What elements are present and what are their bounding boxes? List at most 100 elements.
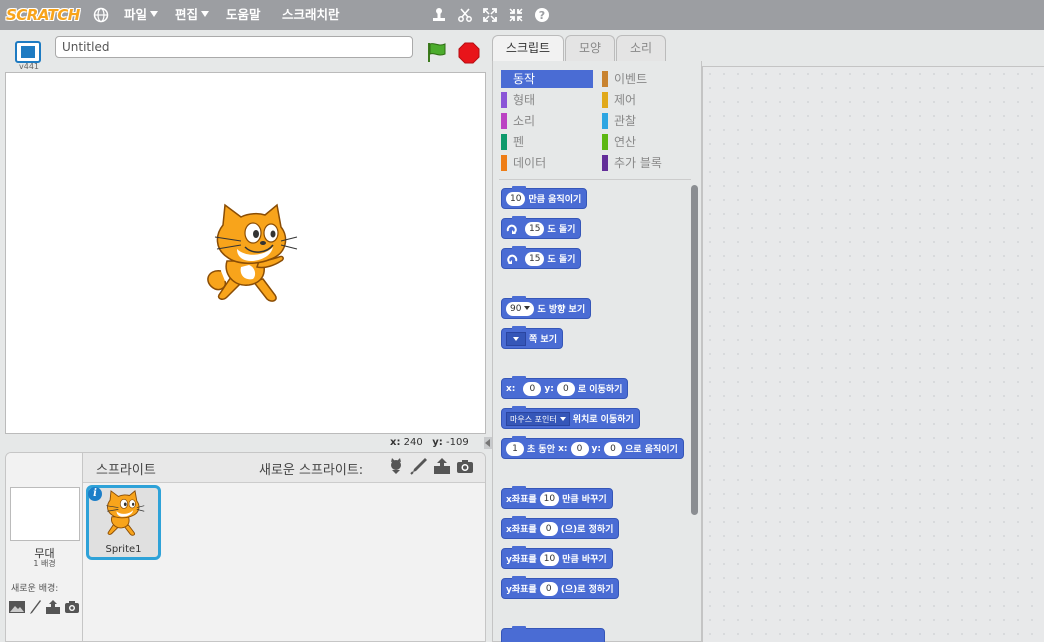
block-label: 로 이동하기 xyxy=(577,385,623,395)
cat-sprite[interactable] xyxy=(201,203,301,307)
block-input[interactable]: 0 xyxy=(570,441,589,456)
upload-backdrop-icon[interactable] xyxy=(45,598,61,616)
delete-scissors-icon[interactable] xyxy=(456,6,474,24)
category-sound[interactable]: 소리 xyxy=(501,112,593,130)
block-categories: 동작 이벤트 형태 제어 소리 관찰 펜 연산 데이터 추가 블록 xyxy=(493,61,701,179)
block-glide[interactable]: 1초 동안 x: 0 y: 0 으로 움직이기 xyxy=(501,436,684,459)
stage-header: v441 xyxy=(5,36,486,72)
category-data[interactable]: 데이터 xyxy=(501,154,593,172)
block-go-to[interactable]: 마우스 포인터 위치로 이동하기 xyxy=(501,406,640,429)
chevron-down-icon xyxy=(513,336,519,341)
chevron-down-icon xyxy=(524,305,531,310)
rotate-left-icon xyxy=(507,254,518,264)
block-point-in-direction[interactable]: 90 도 방향 보기 xyxy=(501,296,592,319)
block-move-steps[interactable]: 10 만큼 움직이기 xyxy=(501,186,588,209)
sprite-tile-sprite1[interactable]: i Sprite1 xyxy=(86,485,161,560)
stop-button[interactable] xyxy=(458,42,480,64)
collapse-stage-arrow-icon[interactable] xyxy=(484,437,492,449)
block-go-to-xy[interactable]: x: 0 y: 0 로 이동하기 xyxy=(501,376,629,399)
green-flag-button[interactable] xyxy=(425,41,449,63)
stage-backdrop-count: 1 배경 xyxy=(33,559,56,568)
project-title-input[interactable] xyxy=(55,36,413,58)
block-input[interactable]: 10 xyxy=(539,491,560,506)
shrink-icon[interactable] xyxy=(507,6,525,24)
stop-octagon-icon xyxy=(458,42,480,64)
script-area[interactable] xyxy=(702,66,1044,642)
new-sprite-toolbar xyxy=(387,457,474,475)
category-sensing[interactable]: 관찰 xyxy=(602,112,694,130)
block-input[interactable]: 10 xyxy=(506,191,526,206)
camera-sprite-icon[interactable] xyxy=(456,457,474,475)
category-motion[interactable]: 동작 xyxy=(501,70,593,88)
block-label: 도 돌기 xyxy=(547,255,576,265)
green-flag-icon xyxy=(428,43,446,62)
block-label: 도 방향 보기 xyxy=(537,305,586,315)
choose-sprite-library-icon[interactable] xyxy=(387,457,405,475)
block-point-towards[interactable]: 쪽 보기 xyxy=(501,326,563,349)
scratch-logo[interactable]: SCRATCH xyxy=(6,4,80,26)
block-dropdown[interactable]: 90 xyxy=(506,301,535,316)
block-change-y[interactable]: y좌표를 10 만큼 바꾸기 xyxy=(501,546,613,569)
edit-menu-label: 편집 xyxy=(175,7,199,22)
block-label: (으)로 정하기 xyxy=(560,525,614,535)
category-events[interactable]: 이벤트 xyxy=(602,70,694,88)
chevron-down-icon xyxy=(150,11,159,17)
block-input[interactable]: 0 xyxy=(523,381,542,396)
chevron-down-icon xyxy=(559,416,566,421)
block-label: x: xyxy=(506,383,516,394)
block-input[interactable]: 0 xyxy=(556,381,575,396)
paint-new-sprite-icon[interactable] xyxy=(410,457,428,475)
block-label: x: xyxy=(558,443,568,454)
help-question-icon[interactable]: ? xyxy=(533,6,551,24)
presentation-mode-button[interactable] xyxy=(15,41,41,63)
paint-backdrop-icon[interactable] xyxy=(28,598,42,616)
tips-menu[interactable]: 스크래치란 xyxy=(282,7,340,23)
sprite-thumbnail xyxy=(106,490,145,536)
tab-scripts[interactable]: 스크립트 xyxy=(492,35,564,62)
category-looks[interactable]: 형태 xyxy=(501,91,593,109)
duplicate-stamp-icon[interactable] xyxy=(430,6,448,24)
block-turn-left[interactable]: 15 도 돌기 xyxy=(501,246,582,269)
block-input[interactable]: 15 xyxy=(525,251,545,266)
block-input[interactable]: 10 xyxy=(539,551,560,566)
stage-canvas[interactable] xyxy=(5,72,486,434)
block-input[interactable]: 0 xyxy=(604,441,622,456)
tab-costumes[interactable]: 모양 xyxy=(565,35,615,61)
palette-scrollbar[interactable] xyxy=(691,185,698,515)
block-input[interactable]: 0 xyxy=(539,521,558,536)
block-set-y[interactable]: y좌표를 0 (으)로 정하기 xyxy=(501,576,620,599)
grow-icon[interactable] xyxy=(481,6,499,24)
y-coord-value: -109 xyxy=(446,437,469,448)
block-partial[interactable] xyxy=(501,626,605,642)
globe-icon[interactable] xyxy=(92,6,110,24)
block-dropdown[interactable]: 마우스 포인터 xyxy=(506,411,570,426)
choose-backdrop-library-icon[interactable] xyxy=(9,598,25,616)
category-operators[interactable]: 연산 xyxy=(602,133,694,151)
block-dropdown[interactable] xyxy=(506,331,526,346)
tab-sounds[interactable]: 소리 xyxy=(616,35,666,61)
category-control[interactable]: 제어 xyxy=(602,91,694,109)
block-label: 도 돌기 xyxy=(547,225,576,235)
upload-sprite-icon[interactable] xyxy=(433,457,451,475)
help-menu[interactable]: 도움말 xyxy=(226,7,261,23)
block-turn-right[interactable]: 15 도 돌기 xyxy=(501,216,582,239)
category-pen[interactable]: 펜 xyxy=(501,133,593,151)
block-input[interactable]: 1 xyxy=(506,441,524,456)
block-label: y: xyxy=(544,383,554,394)
block-input[interactable]: 0 xyxy=(539,581,558,596)
block-set-x[interactable]: x좌표를 0 (으)로 정하기 xyxy=(501,516,620,539)
block-input[interactable]: 15 xyxy=(525,221,545,236)
block-palette: 동작 이벤트 형태 제어 소리 관찰 펜 연산 데이터 추가 블록 10 만큼 움… xyxy=(492,61,702,642)
file-menu[interactable]: 파일 xyxy=(124,7,159,23)
stage-thumbnail[interactable] xyxy=(10,487,80,541)
block-label: (으)로 정하기 xyxy=(560,585,614,595)
block-change-x[interactable]: x좌표를 10 만큼 바꾸기 xyxy=(501,486,613,509)
y-coord-label: y: xyxy=(432,437,443,448)
edit-menu[interactable]: 편집 xyxy=(175,7,210,23)
file-menu-label: 파일 xyxy=(124,7,148,22)
camera-backdrop-icon[interactable] xyxy=(64,598,80,616)
rotate-right-icon xyxy=(506,224,517,234)
category-more-blocks[interactable]: 추가 블록 xyxy=(602,154,694,172)
block-label: y좌표를 xyxy=(506,555,537,565)
stage-column: 무대 1 배경 새로운 배경: xyxy=(6,453,83,641)
